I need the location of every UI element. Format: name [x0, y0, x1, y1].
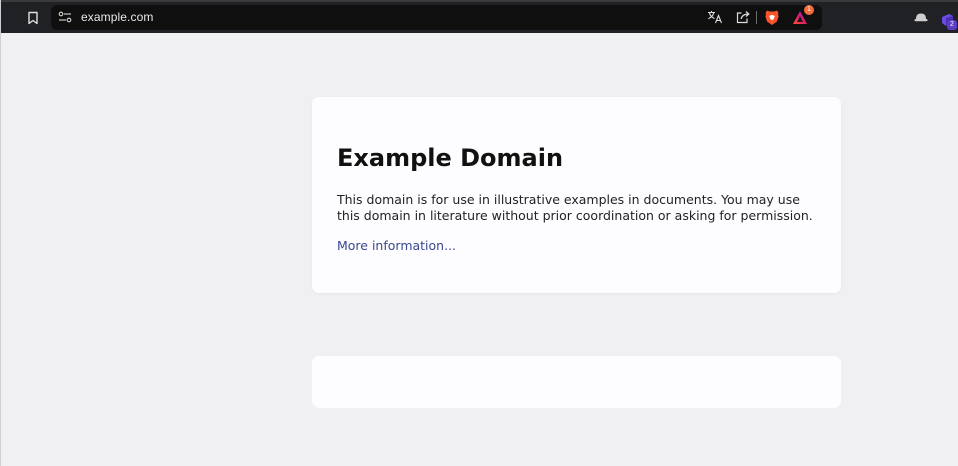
secondary-card	[312, 356, 841, 408]
url-text[interactable]: example.com	[81, 9, 153, 25]
share-button[interactable]	[734, 8, 752, 26]
brave-shield-icon	[765, 10, 779, 25]
content-card: Example Domain This domain is for use in…	[312, 97, 841, 293]
browser-window: example.com 1 2 Example Domain This doma…	[0, 0, 958, 466]
site-settings-icon	[58, 11, 72, 23]
rewards-notification-badge: 1	[804, 5, 814, 15]
wallet-notification-badge: 2	[947, 20, 957, 30]
site-settings-button[interactable]	[57, 9, 73, 25]
brave-shields-button[interactable]	[763, 8, 781, 26]
translate-button[interactable]	[706, 8, 724, 26]
bookmark-icon	[28, 11, 38, 25]
more-information-link[interactable]: More information...	[337, 238, 456, 254]
browser-toolbar: example.com 1 2	[1, 0, 958, 33]
page-title: Example Domain	[337, 144, 564, 172]
wallet-button[interactable]: 2	[938, 10, 958, 30]
page-description: This domain is for use in illustrative e…	[337, 192, 813, 223]
toolbar-divider	[756, 11, 757, 24]
bookmark-button[interactable]	[23, 8, 43, 28]
page-content: Example Domain This domain is for use in…	[1, 33, 958, 466]
profile-icon	[914, 13, 928, 22]
translate-icon	[708, 11, 723, 24]
address-bar[interactable]: example.com 1	[51, 5, 822, 30]
brave-rewards-button[interactable]: 1	[790, 5, 814, 26]
share-icon	[736, 11, 750, 24]
profile-button[interactable]	[912, 10, 930, 26]
